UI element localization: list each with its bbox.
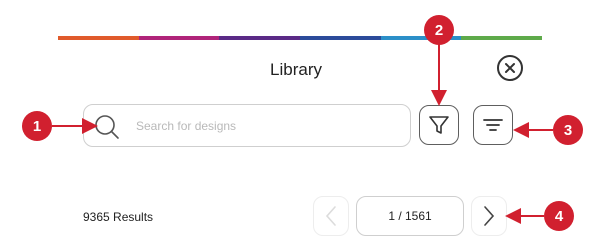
callout-arrows [52, 44, 553, 224]
callout-badge-3: 3 [553, 115, 583, 145]
callout-badge-2: 2 [424, 15, 454, 45]
callout-badge-1: 1 [22, 111, 52, 141]
callout-badge-4: 4 [544, 201, 574, 231]
